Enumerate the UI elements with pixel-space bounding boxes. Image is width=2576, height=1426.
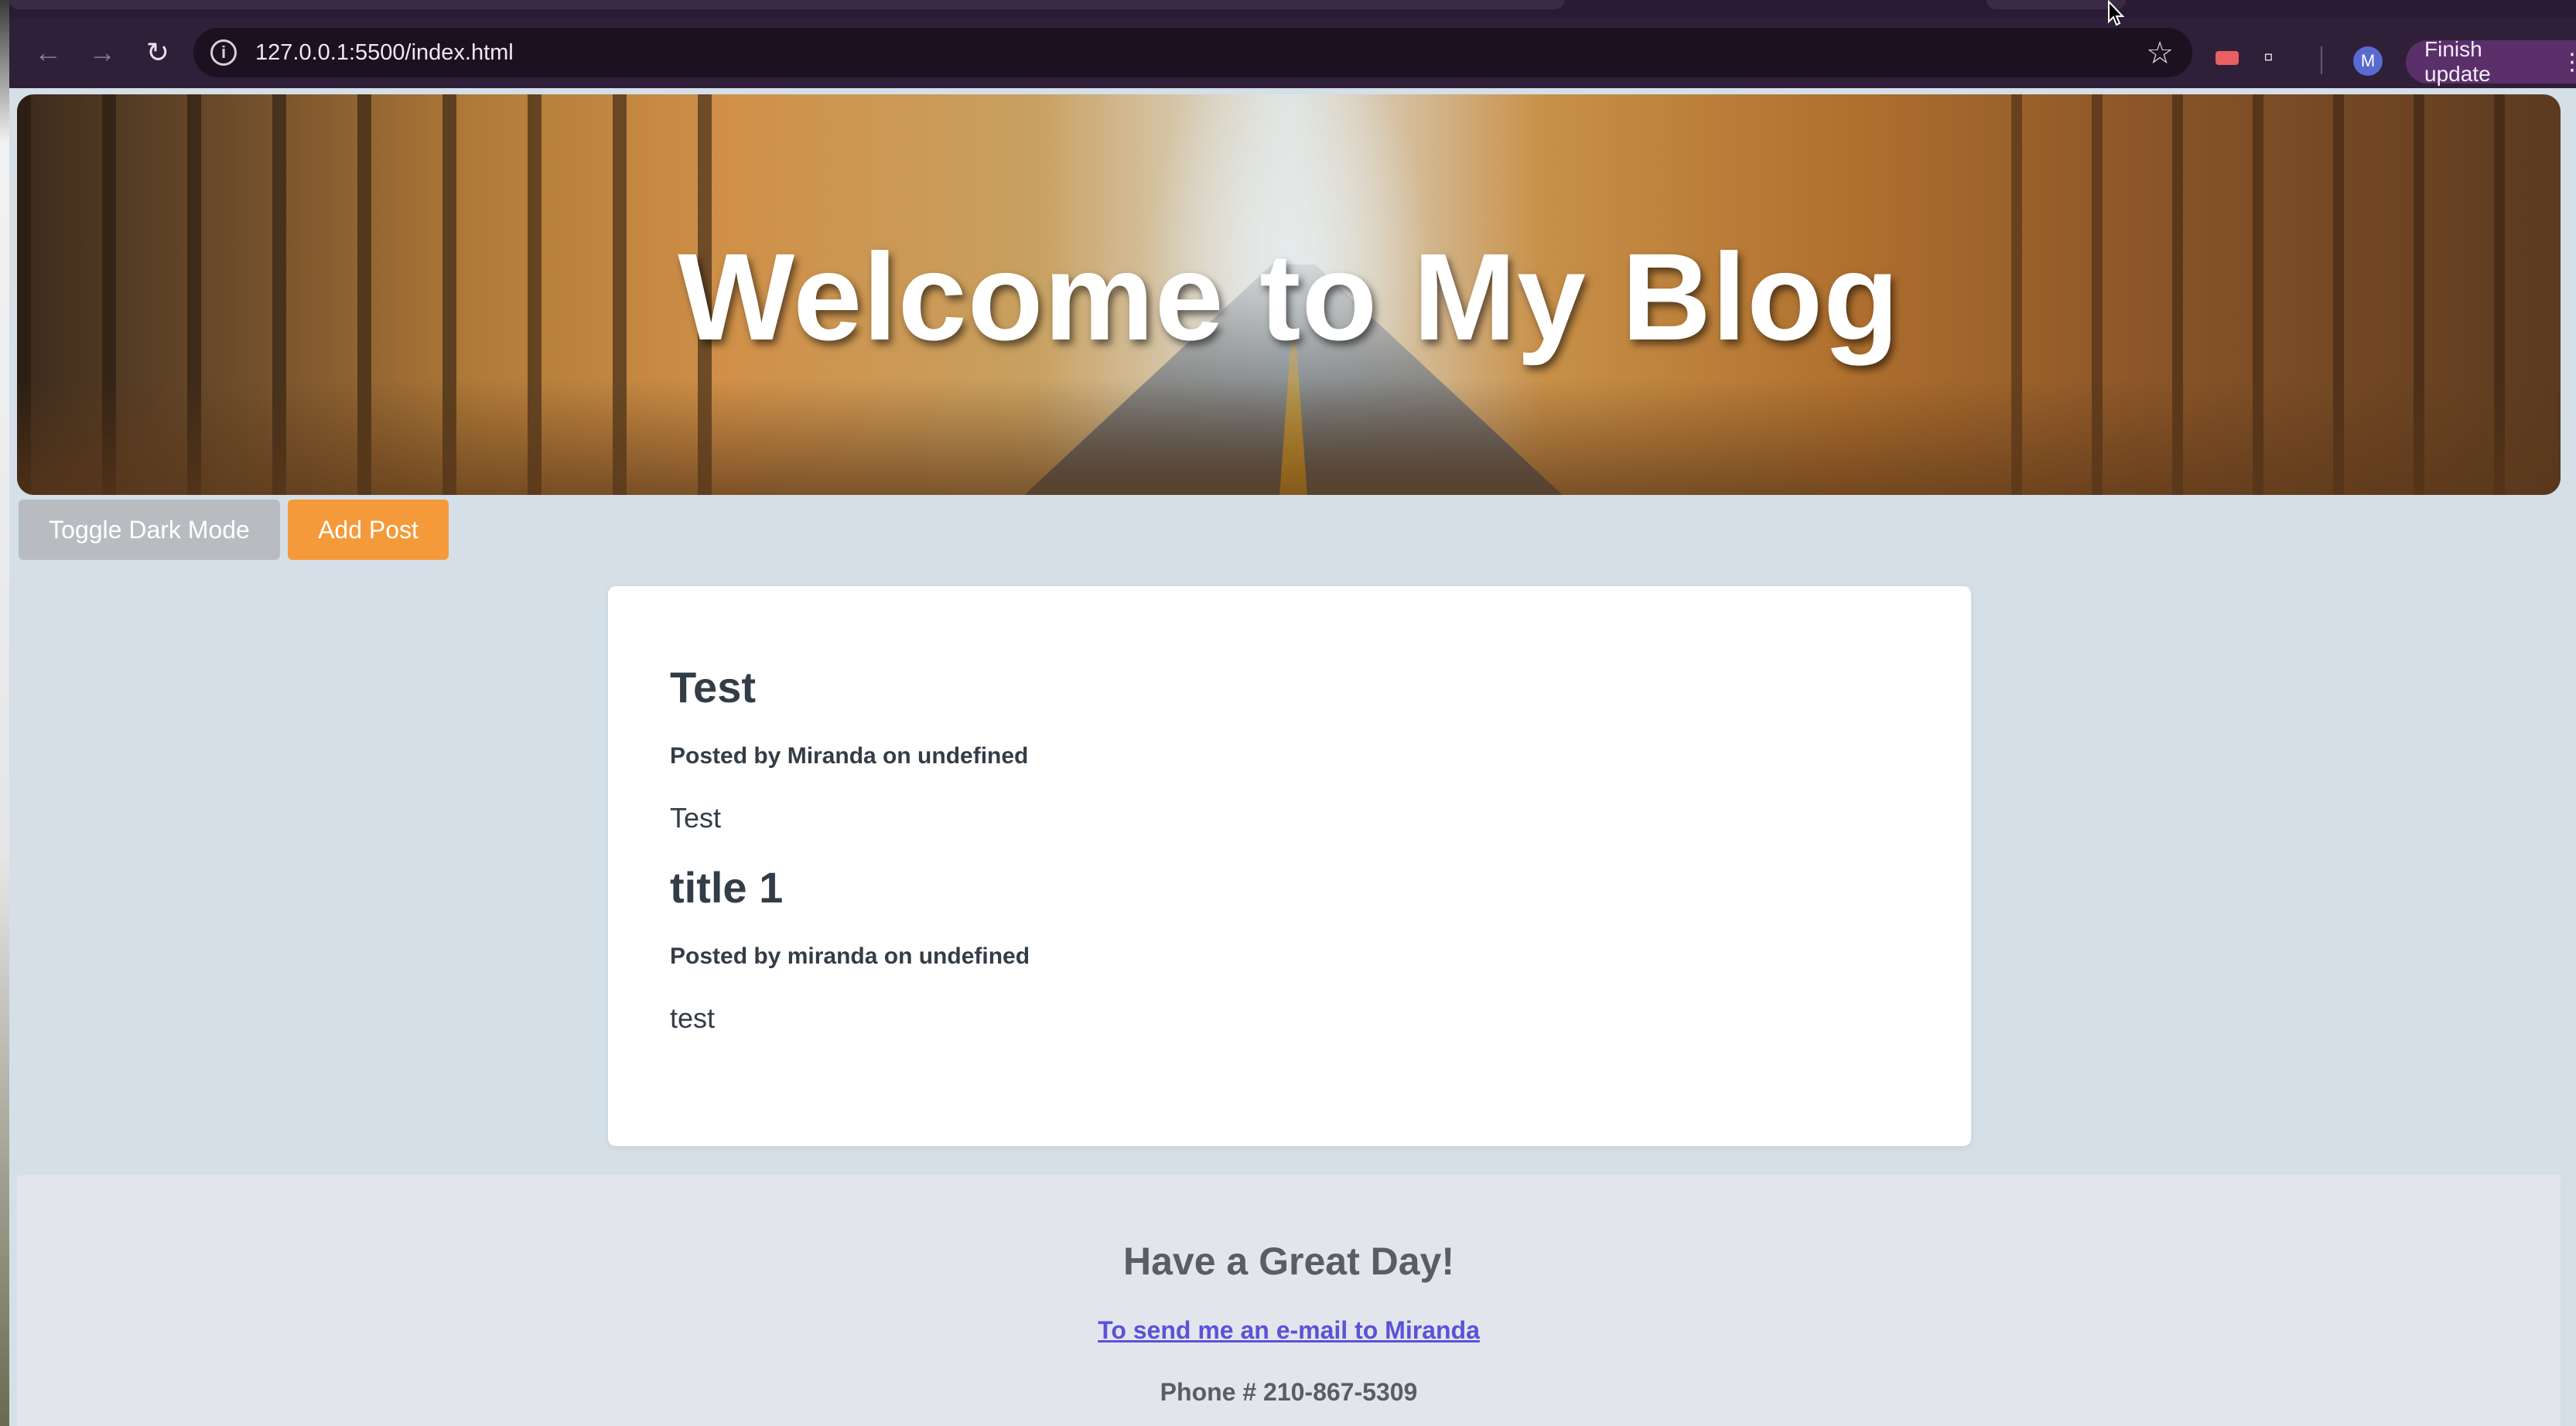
finish-update-label: Finish update — [2424, 37, 2491, 86]
post-meta: Posted by Miranda on undefined — [670, 743, 1029, 769]
posts-container: Test Posted by Miranda on undefined Test… — [608, 586, 1971, 1146]
email-link[interactable]: To send me an e-mail to Miranda — [17, 1316, 2561, 1345]
arrow-left-icon[interactable]: ← — [26, 31, 70, 74]
info-icon[interactable]: i — [210, 39, 237, 66]
footer-heading: Have a Great Day! — [1122, 1240, 1454, 1283]
phone-number: Phone # 210-867-5309 — [1160, 1378, 1418, 1406]
finish-update-button[interactable]: Finish update ⋮ — [2406, 37, 2576, 86]
extension-icon[interactable] — [2216, 51, 2239, 65]
page-title: Welcome to My Blog — [678, 227, 1900, 366]
browser-window: ← → ↻ i 127.0.0.1:5500/index.html ☆ ▫ M … — [9, 0, 2576, 1426]
post-item: Test Posted by Miranda on undefined Test — [670, 662, 1971, 834]
mouse-cursor-icon — [2108, 0, 2125, 26]
page-content: Welcome to My Blog Toggle Dark Mode Add … — [9, 88, 2576, 1426]
hero-banner: Welcome to My Blog — [17, 94, 2561, 495]
kebab-menu-icon[interactable]: ⋮ — [2561, 49, 2576, 76]
reload-icon[interactable]: ↻ — [136, 31, 179, 74]
background-window-edge — [0, 0, 9, 1426]
post-body: Test — [670, 802, 722, 834]
arrow-right-icon[interactable]: → — [80, 31, 124, 74]
url-text[interactable]: 127.0.0.1:5500/index.html — [255, 40, 514, 66]
page-footer: Have a Great Day! To send me an e-mail t… — [17, 1175, 2561, 1426]
hero-image-ground — [17, 379, 2561, 495]
tab-active[interactable] — [9, 0, 1564, 9]
star-icon[interactable]: ☆ — [2146, 36, 2174, 71]
profile-avatar[interactable]: M — [2353, 46, 2383, 76]
post-body: test — [670, 1002, 716, 1034]
tab-other[interactable] — [1987, 0, 2126, 9]
tab-strip — [9, 0, 2576, 17]
toolbar-divider — [2321, 46, 2322, 74]
post-title: Test — [670, 663, 756, 711]
puzzle-icon[interactable]: ▫ — [2263, 40, 2274, 73]
add-post-button[interactable]: Add Post — [288, 500, 449, 560]
toggle-dark-mode-button[interactable]: Toggle Dark Mode — [19, 500, 280, 560]
address-bar[interactable]: i 127.0.0.1:5500/index.html ☆ — [193, 28, 2192, 77]
post-title: title 1 — [670, 863, 784, 912]
browser-toolbar: ← → ↻ i 127.0.0.1:5500/index.html ☆ ▫ M … — [9, 17, 2576, 88]
post-meta: Posted by miranda on undefined — [670, 943, 1030, 969]
post-item: title 1 Posted by miranda on undefined t… — [670, 862, 1971, 1035]
